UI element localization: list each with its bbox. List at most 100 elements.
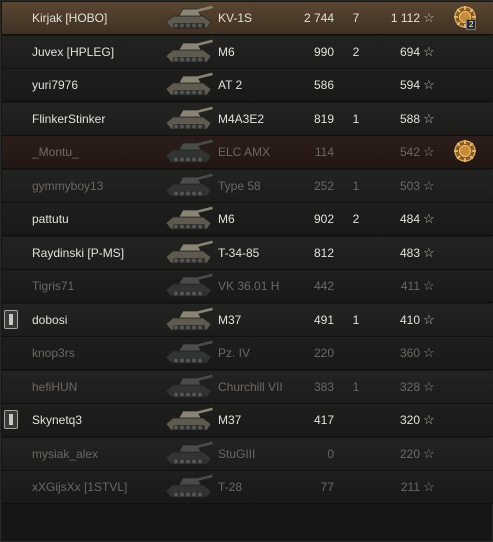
player-row[interactable]: mysiak_alex StuGIII 0 220 ☆ bbox=[2, 438, 493, 471]
medal-count: 2 bbox=[466, 19, 477, 30]
kills-value: 1 bbox=[352, 112, 360, 126]
player-row[interactable]: Raydinski [P-MS] T-34-85 812 483 ☆ bbox=[2, 237, 493, 270]
star-icon: ☆ bbox=[423, 278, 435, 293]
platoon-icon bbox=[4, 310, 18, 329]
player-row[interactable]: pattutu M6 902 2 484 ☆ bbox=[2, 203, 493, 236]
damage-value: 77 bbox=[320, 480, 334, 494]
player-name: Raydinski [P-MS] bbox=[32, 246, 125, 260]
player-name: Tigris71 bbox=[32, 279, 75, 293]
tank-icon bbox=[163, 4, 215, 32]
xp-value: 1 112 bbox=[390, 11, 420, 25]
star-icon: ☆ bbox=[423, 144, 435, 159]
damage-value: 2 744 bbox=[303, 11, 334, 25]
tank-icon bbox=[163, 205, 215, 233]
tank-icon bbox=[163, 339, 215, 367]
player-name: dobosi bbox=[32, 313, 68, 327]
star-icon: ☆ bbox=[423, 379, 435, 394]
xp-value: 220 bbox=[399, 447, 420, 461]
player-name: pattutu bbox=[32, 212, 69, 226]
platoon-icon bbox=[4, 410, 18, 429]
kills-value: 2 bbox=[352, 212, 360, 226]
player-name: mysiak_alex bbox=[32, 447, 99, 461]
xp-value: 483 bbox=[399, 246, 420, 260]
damage-value: 586 bbox=[313, 78, 334, 92]
tank-icon bbox=[163, 406, 215, 434]
xp-value: 360 bbox=[399, 346, 420, 360]
tank-icon bbox=[163, 373, 215, 401]
star-icon: ☆ bbox=[423, 178, 435, 193]
player-row[interactable]: Skynetq3 M37 417 320 ☆ bbox=[2, 404, 493, 437]
damage-value: 0 bbox=[327, 447, 334, 461]
damage-value: 491 bbox=[313, 313, 334, 327]
xp-value: 211 bbox=[400, 480, 420, 494]
player-row[interactable]: dobosi M37 491 1 410 ☆ bbox=[2, 304, 493, 337]
kills-value: 2 bbox=[352, 45, 360, 59]
star-icon: ☆ bbox=[423, 111, 435, 126]
player-name: hefiHUN bbox=[32, 380, 78, 394]
damage-value: 417 bbox=[313, 413, 334, 427]
damage-value: 819 bbox=[313, 112, 334, 126]
player-row[interactable]: Tigris71 VK 36.01 H 442 411 ☆ bbox=[2, 270, 493, 303]
star-icon: ☆ bbox=[423, 312, 435, 327]
xp-value: 542 bbox=[399, 145, 420, 159]
player-row[interactable]: xXGijsXx [1STVL] T-28 77 211 ☆ bbox=[2, 471, 493, 504]
kills-value: 1 bbox=[352, 179, 360, 193]
star-icon: ☆ bbox=[423, 446, 435, 461]
player-name: Kirjak [HOBO] bbox=[32, 11, 108, 25]
star-icon: ☆ bbox=[423, 245, 435, 260]
damage-value: 220 bbox=[313, 346, 334, 360]
damage-value: 252 bbox=[313, 179, 334, 193]
player-name: Juvex [HPLEG] bbox=[32, 45, 115, 59]
xp-value: 320 bbox=[399, 413, 420, 427]
tank-icon bbox=[163, 473, 215, 501]
star-icon: ☆ bbox=[423, 10, 435, 25]
player-row[interactable]: knop3rs Pz. IV 220 360 ☆ bbox=[2, 337, 493, 370]
player-name: gymmyboy13 bbox=[32, 179, 104, 193]
xp-value: 484 bbox=[399, 212, 420, 226]
kills-value: 1 bbox=[352, 313, 360, 327]
team-scoreboard: Kirjak [HOBO] KV-1S 2 744 7 1 112 ☆ 2 Juvex [… bbox=[0, 0, 493, 542]
damage-value: 383 bbox=[313, 380, 334, 394]
star-icon: ☆ bbox=[423, 345, 435, 360]
xp-value: 328 bbox=[399, 380, 420, 394]
medal-icon[interactable] bbox=[452, 139, 478, 165]
player-name: xXGijsXx [1STVL] bbox=[32, 480, 128, 494]
damage-value: 990 bbox=[313, 45, 334, 59]
player-name: knop3rs bbox=[32, 346, 75, 360]
damage-value: 114 bbox=[314, 145, 334, 159]
tank-icon bbox=[163, 440, 215, 468]
tank-icon bbox=[163, 38, 215, 66]
xp-value: 594 bbox=[399, 78, 420, 92]
star-icon: ☆ bbox=[423, 412, 435, 427]
player-name: _Montu_ bbox=[32, 145, 79, 159]
player-name: yuri7976 bbox=[32, 78, 79, 92]
xp-value: 411 bbox=[400, 279, 420, 293]
star-icon: ☆ bbox=[423, 211, 435, 226]
tank-icon bbox=[163, 306, 215, 334]
player-row[interactable]: FlinkerStinker M4A3E2 819 1 588 ☆ bbox=[2, 103, 493, 136]
damage-value: 902 bbox=[313, 212, 334, 226]
xp-value: 410 bbox=[399, 313, 420, 327]
tank-icon bbox=[163, 71, 215, 99]
player-row[interactable]: hefiHUN Churchill VII 383 1 328 ☆ bbox=[2, 371, 493, 404]
kills-value: 7 bbox=[352, 11, 360, 25]
kills-value: 1 bbox=[352, 380, 360, 394]
player-row[interactable]: _Montu_ ELC AMX 114 542 ☆ bbox=[2, 136, 493, 169]
player-row[interactable]: gymmyboy13 Type 58 252 1 503 ☆ bbox=[2, 170, 493, 203]
tank-icon bbox=[163, 239, 215, 267]
star-icon: ☆ bbox=[423, 479, 435, 494]
tank-icon bbox=[163, 138, 215, 166]
tank-icon bbox=[163, 105, 215, 133]
player-row[interactable]: Juvex [HPLEG] M6 990 2 694 ☆ bbox=[2, 36, 493, 69]
medal-icon[interactable]: 2 bbox=[452, 5, 478, 31]
player-row[interactable]: yuri7976 AT 2 586 594 ☆ bbox=[2, 69, 493, 102]
player-name: FlinkerStinker bbox=[32, 112, 106, 126]
damage-value: 812 bbox=[313, 246, 334, 260]
player-name: Skynetq3 bbox=[32, 413, 83, 427]
star-icon: ☆ bbox=[423, 77, 435, 92]
player-row[interactable]: Kirjak [HOBO] KV-1S 2 744 7 1 112 ☆ 2 bbox=[2, 2, 493, 35]
xp-value: 503 bbox=[399, 179, 420, 193]
xp-value: 588 bbox=[399, 112, 420, 126]
damage-value: 442 bbox=[313, 279, 334, 293]
tank-icon bbox=[163, 272, 215, 300]
